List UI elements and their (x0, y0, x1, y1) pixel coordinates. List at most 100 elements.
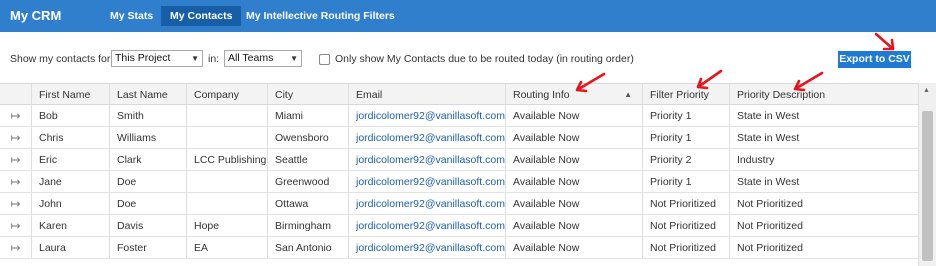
cell-description: State in West (737, 132, 800, 144)
column-header-company[interactable]: Company (187, 84, 268, 104)
cell-email[interactable]: jordicolomer92@vanillasoft.com (349, 237, 506, 258)
cell-first: Chris (32, 127, 110, 148)
cell-email[interactable]: jordicolomer92@vanillasoft.com (349, 215, 506, 236)
open-contact-icon[interactable]: ↦ (0, 193, 32, 214)
cell-email[interactable]: jordicolomer92@vanillasoft.com (349, 171, 506, 192)
red-arrow-icon (696, 69, 723, 90)
cell-company (187, 193, 268, 214)
cell-description: State in West (737, 110, 800, 122)
cell-first: Bob (32, 105, 110, 126)
scroll-up-icon[interactable]: ▲ (923, 87, 930, 94)
column-header-city[interactable]: City (268, 84, 349, 104)
table-row[interactable]: ↦ Bob Smith Miami jordicolomer92@vanillasoft… (0, 105, 918, 127)
cell-routing: Available Now (506, 237, 643, 258)
open-contact-icon[interactable]: ↦ (0, 149, 32, 170)
cell-last: Foster (110, 237, 187, 258)
cell-company: LCC Publishing (187, 149, 268, 170)
open-contact-icon[interactable]: ↦ (0, 127, 32, 148)
app-title: My CRM (10, 8, 62, 23)
cell-priority: Priority 1 (643, 171, 730, 192)
red-arrow-icon (575, 72, 606, 93)
cell-city: Greenwood (268, 171, 349, 192)
cell-description: Industry (737, 154, 775, 166)
cell-city: San Antonio (268, 237, 349, 258)
top-nav-bar: My CRM My Stats My Contacts My Intellect… (0, 0, 936, 32)
cell-priority: Priority 1 (643, 127, 730, 148)
header-icon-cell (0, 84, 32, 104)
cell-routing: Available Now (506, 127, 643, 148)
cell-first: Laura (32, 237, 110, 258)
table-row[interactable]: ↦ John Doe Ottawa jordicolomer92@vanillasoft… (0, 193, 918, 215)
cell-description: State in West (737, 176, 800, 188)
open-contact-icon[interactable]: ↦ (0, 171, 32, 192)
cell-routing: Available Now (506, 171, 643, 192)
cell-priority: Priority 2 (643, 149, 730, 170)
table-row[interactable]: ↦ Eric Clark LCC Publishing Seattle jordicolo… (0, 149, 918, 171)
sort-up-icon[interactable]: ▲ (624, 84, 632, 104)
routing-info-header-label: Routing Info (513, 89, 570, 101)
cell-routing: Available Now (506, 193, 643, 214)
cell-description: Not Prioritized (737, 242, 803, 254)
open-contact-icon[interactable]: ↦ (0, 215, 32, 236)
cell-email[interactable]: jordicolomer92@vanillasoft.com (349, 105, 506, 126)
tab-my-contacts[interactable]: My Contacts (161, 6, 242, 26)
contacts-table: First Name Last Name Company City Email … (0, 83, 918, 266)
red-arrow-icon (793, 71, 824, 92)
column-header-first-name[interactable]: First Name (32, 84, 110, 104)
open-contact-icon[interactable]: ↦ (0, 237, 32, 258)
cell-first: Karen (32, 215, 110, 236)
chevron-down-icon: ▼ (290, 54, 298, 63)
cell-company: EA (187, 237, 268, 258)
team-select-value: All Teams (228, 52, 274, 64)
routing-today-checkbox[interactable] (319, 54, 330, 65)
cell-email[interactable]: jordicolomer92@vanillasoft.com (349, 127, 506, 148)
table-row[interactable]: ↦ Laura Foster EA San Antonio jordicolomer92@… (0, 237, 918, 259)
table-row[interactable]: ↦ Chris Williams Owensboro jordicolomer92@va… (0, 127, 918, 149)
table-header-row: First Name Last Name Company City Email … (0, 83, 918, 105)
team-select[interactable]: All Teams ▼ (224, 50, 302, 67)
cell-company (187, 127, 268, 148)
cell-email[interactable]: jordicolomer92@vanillasoft.com (349, 193, 506, 214)
cell-company (187, 105, 268, 126)
cell-city: Birmingham (268, 215, 349, 236)
project-select-value: This Project (115, 52, 171, 64)
red-arrow-icon (874, 32, 895, 51)
grid-scrollbar[interactable]: ▲ (918, 83, 936, 266)
project-select[interactable]: This Project ▼ (111, 50, 203, 67)
cell-city: Seattle (268, 149, 349, 170)
table-row[interactable]: ↦ Jane Doe Greenwood jordicolomer92@vanillas… (0, 171, 918, 193)
cell-priority: Not Prioritized (643, 193, 730, 214)
cell-company (187, 171, 268, 192)
cell-last: Davis (110, 215, 187, 236)
column-header-email[interactable]: Email (349, 84, 506, 104)
cell-description: Not Prioritized (737, 198, 803, 210)
show-contacts-label: Show my contacts for: (10, 53, 114, 65)
tab-routing-filters[interactable]: My Intellective Routing Filters (237, 6, 404, 26)
cell-first: Jane (32, 171, 110, 192)
cell-city: Ottawa (268, 193, 349, 214)
cell-last: Smith (110, 105, 187, 126)
cell-last: Doe (110, 171, 187, 192)
cell-description: Not Prioritized (737, 220, 803, 232)
cell-priority: Priority 1 (643, 105, 730, 126)
cell-priority: Not Prioritized (643, 237, 730, 258)
cell-last: Clark (110, 149, 187, 170)
cell-last: Williams (110, 127, 187, 148)
cell-priority: Not Prioritized (643, 215, 730, 236)
chevron-down-icon: ▼ (191, 54, 199, 63)
open-contact-icon[interactable]: ↦ (0, 105, 32, 126)
cell-routing: Available Now (506, 215, 643, 236)
tab-my-stats[interactable]: My Stats (101, 6, 162, 26)
cell-company: Hope (187, 215, 268, 236)
cell-city: Owensboro (268, 127, 349, 148)
cell-email[interactable]: jordicolomer92@vanillasoft.com (349, 149, 506, 170)
cell-first: Eric (32, 149, 110, 170)
in-label: in: (208, 53, 220, 65)
cell-last: Doe (110, 193, 187, 214)
table-row[interactable]: ↦ Karen Davis Hope Birmingham jordicolomer92@… (0, 215, 918, 237)
cell-city: Miami (268, 105, 349, 126)
scrollbar-thumb[interactable] (922, 111, 933, 261)
routing-today-label: Only show My Contacts due to be routed t… (335, 53, 634, 65)
cell-first: John (32, 193, 110, 214)
column-header-last-name[interactable]: Last Name (110, 84, 187, 104)
